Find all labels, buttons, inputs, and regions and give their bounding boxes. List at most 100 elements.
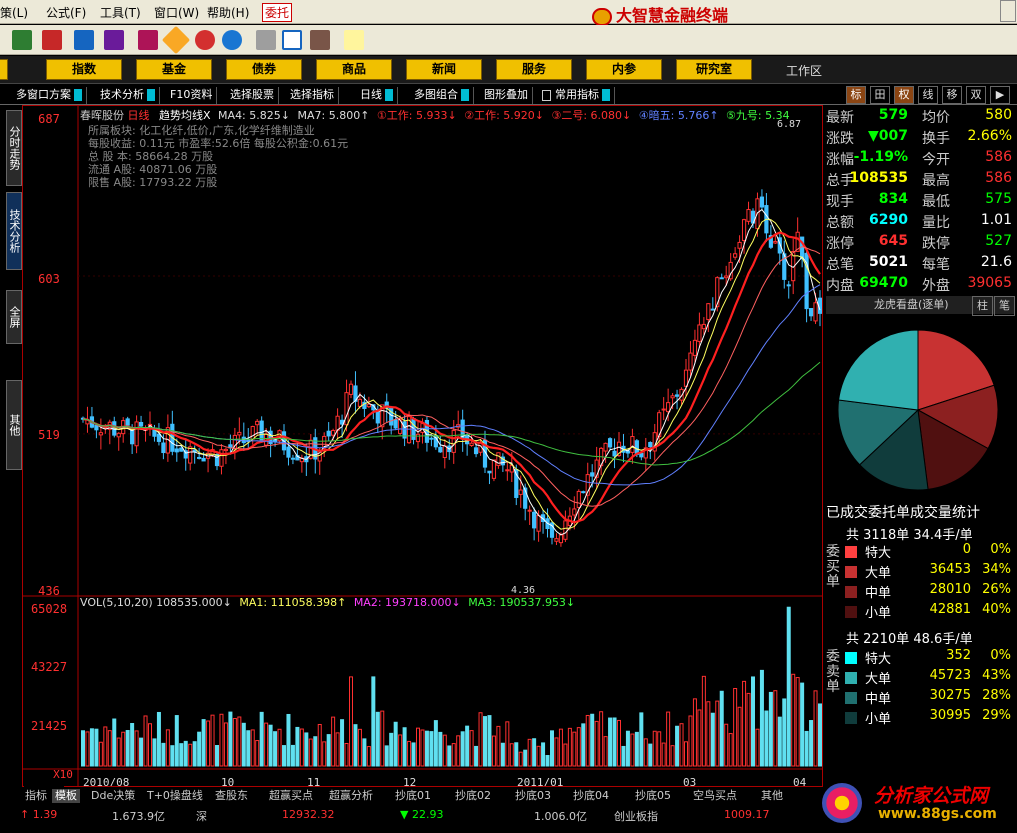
- candle-body: [558, 534, 564, 544]
- bottom-tab[interactable]: 超赢买点: [266, 789, 316, 803]
- toolbar-window-icon[interactable]: [282, 30, 302, 50]
- nav-button-fund[interactable]: 基金: [136, 59, 212, 80]
- volume-bar: [326, 734, 331, 767]
- toolbar-info-icon[interactable]: [138, 30, 158, 50]
- flower-logo-icon: [822, 783, 862, 823]
- quote-value-2: 21.6: [980, 254, 1012, 270]
- volume-bar: [89, 728, 94, 767]
- watermark-site: 分析家公式网: [874, 785, 989, 807]
- bottom-tab[interactable]: 超赢分析: [326, 789, 376, 803]
- order-size-label: 特大: [865, 546, 892, 561]
- quote-value: ▼007: [868, 128, 908, 144]
- toolbar-binoculars-icon[interactable]: [74, 30, 94, 50]
- info-total-shares: 总 股 本: 58664.28 万股: [88, 150, 214, 163]
- tab-daily[interactable]: 日线: [356, 87, 398, 104]
- tab-rights[interactable]: 权: [894, 86, 914, 104]
- order-volume: 36453: [929, 562, 971, 577]
- status-sz-index: 12932.32: [282, 808, 335, 821]
- menu-item-strategy[interactable]: 策(L): [0, 4, 28, 21]
- toolbar-bars-icon[interactable]: [42, 30, 62, 50]
- toolbar-diamond-icon[interactable]: [161, 25, 191, 55]
- quote-key: 内盘: [826, 278, 854, 294]
- bottom-tab[interactable]: 抄底04: [570, 789, 612, 803]
- bottom-tab[interactable]: 模板: [52, 789, 80, 803]
- menu-item-trade[interactable]: 委托: [262, 3, 293, 22]
- bottom-tab[interactable]: 抄底03: [512, 789, 554, 803]
- bottom-tab[interactable]: 指标: [22, 789, 50, 803]
- moving-average-lines: [82, 208, 821, 536]
- volume-bar: [813, 690, 818, 767]
- menu-item-help[interactable]: 帮助(H): [207, 4, 249, 21]
- toolbar-alert-icon[interactable]: [195, 30, 215, 50]
- side-tab-timeshare[interactable]: 分时走势: [6, 110, 22, 186]
- status-sh-change: ↑ 1.39: [20, 808, 58, 821]
- volume-bar: [290, 744, 295, 767]
- toolbar-tool-icon[interactable]: [104, 30, 124, 50]
- volume-bar: [661, 742, 666, 767]
- order-size-label: 中单: [865, 692, 892, 707]
- nav-button-stock[interactable]: 股: [0, 59, 8, 80]
- bottom-tab[interactable]: Dde决策: [88, 789, 138, 803]
- bottom-tab[interactable]: T+0操盘线: [144, 789, 206, 803]
- menu-item-formula[interactable]: 公式(F): [46, 4, 86, 21]
- menu-item-window[interactable]: 窗口(W): [154, 4, 199, 21]
- volume-bar: [241, 722, 246, 767]
- chart-svg[interactable]: 687 603 519 436 65028 43227 21425 X10 6.…: [23, 106, 823, 789]
- date-tick-2010-08: 2010/08: [83, 776, 129, 786]
- toolbar-help-icon[interactable]: [344, 30, 364, 50]
- bottom-tab[interactable]: 抄底02: [452, 789, 494, 803]
- side-tab-technical[interactable]: 技术分析: [6, 192, 22, 270]
- tab-multiwindow[interactable]: 多窗口方案: [12, 87, 87, 104]
- side-tab-fullscreen[interactable]: 全屏: [6, 290, 22, 344]
- work-area-label[interactable]: 工作区: [786, 62, 822, 79]
- sell-orders-label: 委卖单: [826, 649, 840, 695]
- side-tab-other[interactable]: 其他: [6, 380, 22, 470]
- nav-button-insider[interactable]: 内参: [586, 59, 662, 80]
- lhb-order-button[interactable]: 笔: [994, 296, 1015, 316]
- toolbar-print-icon[interactable]: [256, 30, 276, 50]
- tab-technical[interactable]: 技术分析: [96, 87, 160, 104]
- toolbar-books-icon[interactable]: [310, 30, 330, 50]
- bottom-tab[interactable]: 空鸟买点: [690, 789, 740, 803]
- tab-f10[interactable]: F10资料: [166, 87, 218, 104]
- bottom-tab[interactable]: 抄底05: [632, 789, 674, 803]
- bottom-tab[interactable]: 抄底01: [392, 789, 434, 803]
- nav-button-research[interactable]: 研究室: [676, 59, 752, 80]
- tab-select-indicator[interactable]: 选择指标: [286, 87, 339, 104]
- tab-double[interactable]: 双: [966, 86, 986, 104]
- lhb-column-button[interactable]: 柱: [972, 296, 993, 316]
- toolbar-chart-icon[interactable]: [12, 30, 32, 50]
- lhb-title: 龙虎看盘(逐单): [874, 298, 949, 311]
- bottom-tab[interactable]: 查股东: [212, 789, 251, 803]
- tab-select-stock[interactable]: 选择股票: [226, 87, 279, 104]
- pie-title: 已成交委托单成交量统计: [826, 505, 980, 521]
- nav-button-news[interactable]: 新闻: [406, 59, 482, 80]
- quote-value: 5021: [869, 254, 908, 270]
- nav-button-commodity[interactable]: 商品: [316, 59, 392, 80]
- nav-button-index[interactable]: 指数: [46, 59, 122, 80]
- menu-item-tools[interactable]: 工具(T): [100, 4, 141, 21]
- nav-button-service[interactable]: 服务: [496, 59, 572, 80]
- tab-common-indicator[interactable]: 常用指标: [538, 87, 615, 104]
- volume-bar: [675, 725, 680, 767]
- quote-value-2: 1.01: [980, 212, 1012, 228]
- volume-bar: [322, 741, 327, 767]
- bottom-tab[interactable]: 其他: [758, 789, 786, 803]
- tab-move[interactable]: 移: [942, 86, 962, 104]
- nav-button-bond[interactable]: 债券: [226, 59, 302, 80]
- tab-line[interactable]: 线: [918, 86, 938, 104]
- tab-mark[interactable]: 标: [846, 86, 866, 104]
- nav-bar: 股 指数 基金 债券 商品 新闻 服务 内参 研究室 工作区: [0, 56, 1017, 84]
- tab-overlay[interactable]: 图形叠加: [480, 87, 533, 104]
- tab-grid[interactable]: 田: [870, 86, 890, 104]
- toolbar-globe-icon[interactable]: [222, 30, 242, 50]
- volume-bar: [541, 742, 546, 767]
- quote-row: 内盘 69470 外盘 39065: [826, 275, 1012, 295]
- chart-area[interactable]: 687 603 519 436 65028 43227 21425 X10 6.…: [22, 105, 823, 789]
- vol-tick-43227: 43227: [31, 660, 67, 674]
- tab-next-arrow[interactable]: ▶: [990, 86, 1010, 104]
- ma7-value: MA7: 5.800↑: [297, 109, 370, 122]
- volume-bar: [429, 731, 434, 767]
- tab-multi-chart[interactable]: 多图组合: [410, 87, 474, 104]
- window-close-button[interactable]: [1000, 0, 1016, 22]
